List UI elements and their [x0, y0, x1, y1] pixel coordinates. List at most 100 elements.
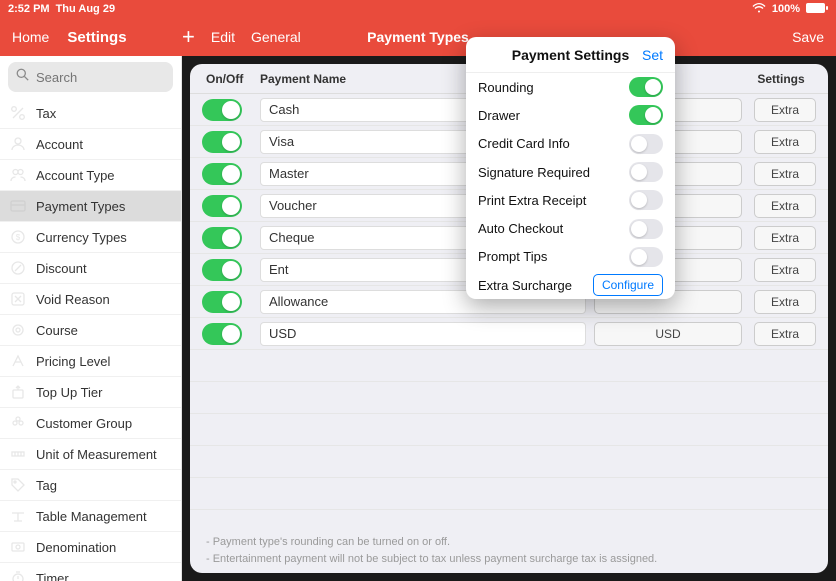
- popover-row-auto-checkout: Auto Checkout: [466, 214, 675, 242]
- search-input[interactable]: [8, 62, 173, 92]
- sidebar-item-label: Discount: [36, 261, 87, 276]
- topup-icon: [10, 384, 26, 400]
- sidebar-item-account[interactable]: Account: [0, 129, 181, 160]
- popover-set-button[interactable]: Set: [642, 47, 663, 63]
- popover-row-label: Extra Surcharge: [478, 278, 572, 293]
- footer-line: - Payment type's rounding can be turned …: [206, 534, 812, 551]
- popover-toggle[interactable]: [629, 77, 663, 97]
- popover-row-rounding: Rounding: [466, 73, 675, 101]
- popover-row-label: Print Extra Receipt: [478, 193, 586, 208]
- sidebar-item-label: Course: [36, 323, 78, 338]
- table-icon: [10, 508, 26, 524]
- home-link[interactable]: Home: [12, 29, 49, 45]
- extra-button[interactable]: Extra: [754, 130, 816, 154]
- popover-row-label: Auto Checkout: [478, 221, 563, 236]
- sidebar-item-customer-group[interactable]: Customer Group: [0, 408, 181, 439]
- popover-row-label: Prompt Tips: [478, 249, 547, 264]
- currency-icon: $: [10, 229, 26, 245]
- add-button[interactable]: +: [182, 26, 195, 48]
- sidebar-item-currency-types[interactable]: $Currency Types: [0, 222, 181, 253]
- empty-row: [190, 446, 828, 478]
- sidebar-item-label: Customer Group: [36, 416, 132, 431]
- configure-button[interactable]: Configure: [593, 274, 663, 296]
- status-bar: 2:52 PM Thu Aug 29 100%: [0, 0, 836, 18]
- sidebar-item-unit-of-measurement[interactable]: Unit of Measurement: [0, 439, 181, 470]
- timer-icon: [10, 570, 26, 581]
- sidebar-item-tag[interactable]: Tag: [0, 470, 181, 501]
- sidebar-item-label: Void Reason: [36, 292, 110, 307]
- course-icon: [10, 322, 26, 338]
- card-icon: [10, 198, 26, 214]
- empty-row: [190, 478, 828, 510]
- payment-name-input[interactable]: [260, 322, 586, 346]
- sidebar-item-timer[interactable]: Timer: [0, 563, 181, 581]
- group-icon: [10, 415, 26, 431]
- sidebar-item-denomination[interactable]: Denomination: [0, 532, 181, 563]
- popover-toggle[interactable]: [629, 162, 663, 182]
- page-title: Payment Types: [367, 29, 469, 45]
- sidebar-item-void-reason[interactable]: Void Reason: [0, 284, 181, 315]
- onoff-toggle[interactable]: [202, 259, 242, 281]
- onoff-toggle[interactable]: [202, 291, 242, 313]
- onoff-toggle[interactable]: [202, 227, 242, 249]
- general-button[interactable]: General: [251, 29, 301, 45]
- edit-button[interactable]: Edit: [211, 29, 235, 45]
- sidebar-item-tax[interactable]: Tax: [0, 98, 181, 129]
- sidebar-item-account-type[interactable]: Account Type: [0, 160, 181, 191]
- extra-button[interactable]: Extra: [754, 258, 816, 282]
- sidebar-item-course[interactable]: Course: [0, 315, 181, 346]
- void-icon: [10, 291, 26, 307]
- popover-title: Payment Settings: [512, 47, 629, 63]
- extra-button[interactable]: Extra: [754, 290, 816, 314]
- sidebar-item-label: Account Type: [36, 168, 115, 183]
- percent-icon: [10, 105, 26, 121]
- popover-toggle[interactable]: [629, 247, 663, 267]
- discount-icon: [10, 260, 26, 276]
- popover-row-label: Rounding: [478, 80, 534, 95]
- onoff-toggle[interactable]: [202, 131, 242, 153]
- sidebar-item-label: Table Management: [36, 509, 147, 524]
- pricing-icon: [10, 353, 26, 369]
- popover-row-label: Credit Card Info: [478, 136, 570, 151]
- sidebar-item-label: Tag: [36, 478, 57, 493]
- popover-toggle[interactable]: [629, 134, 663, 154]
- popover-row-signature-required: Signature Required: [466, 158, 675, 186]
- tag-icon: [10, 477, 26, 493]
- search-icon: [16, 68, 29, 86]
- popover-toggle[interactable]: [629, 219, 663, 239]
- footer-line: - Entertainment payment will not be subj…: [206, 551, 812, 568]
- popover-row-drawer: Drawer: [466, 101, 675, 129]
- sidebar-item-label: Pricing Level: [36, 354, 110, 369]
- popover-row-label: Signature Required: [478, 165, 590, 180]
- popover-toggle[interactable]: [629, 105, 663, 125]
- onoff-toggle[interactable]: [202, 323, 242, 345]
- extra-button[interactable]: Extra: [754, 322, 816, 346]
- sidebar-item-label: Tax: [36, 106, 56, 121]
- sidebar-item-label: Timer: [36, 571, 69, 581]
- svg-text:$: $: [16, 233, 21, 242]
- extra-button[interactable]: Extra: [754, 226, 816, 250]
- footer-note: - Payment type's rounding can be turned …: [190, 524, 828, 573]
- status-battery-pct: 100%: [772, 3, 800, 15]
- extra-button[interactable]: Extra: [754, 162, 816, 186]
- sidebar-item-top-up-tier[interactable]: Top Up Tier: [0, 377, 181, 408]
- extra-button[interactable]: Extra: [754, 98, 816, 122]
- popover-toggle[interactable]: [629, 190, 663, 210]
- sidebar-item-pricing-level[interactable]: Pricing Level: [0, 346, 181, 377]
- sidebar-item-table-management[interactable]: Table Management: [0, 501, 181, 532]
- sidebar-item-label: Account: [36, 137, 83, 152]
- payment-settings-popover: Payment Settings Set Rounding Drawer Credi…: [466, 37, 675, 299]
- sidebar-item-discount[interactable]: Discount: [0, 253, 181, 284]
- extra-button[interactable]: Extra: [754, 194, 816, 218]
- popover-row-extra-surcharge: Extra Surcharge Configure: [466, 271, 675, 299]
- onoff-toggle[interactable]: [202, 195, 242, 217]
- payment-mid-button[interactable]: USD: [594, 322, 742, 346]
- sidebar-item-label: Unit of Measurement: [36, 447, 157, 462]
- save-button[interactable]: Save: [792, 29, 824, 45]
- sidebar-item-label: Top Up Tier: [36, 385, 102, 400]
- status-date: Thu Aug 29: [56, 3, 115, 15]
- settings-title: Settings: [67, 29, 126, 46]
- onoff-toggle[interactable]: [202, 163, 242, 185]
- sidebar-item-payment-types[interactable]: Payment Types: [0, 191, 181, 222]
- onoff-toggle[interactable]: [202, 99, 242, 121]
